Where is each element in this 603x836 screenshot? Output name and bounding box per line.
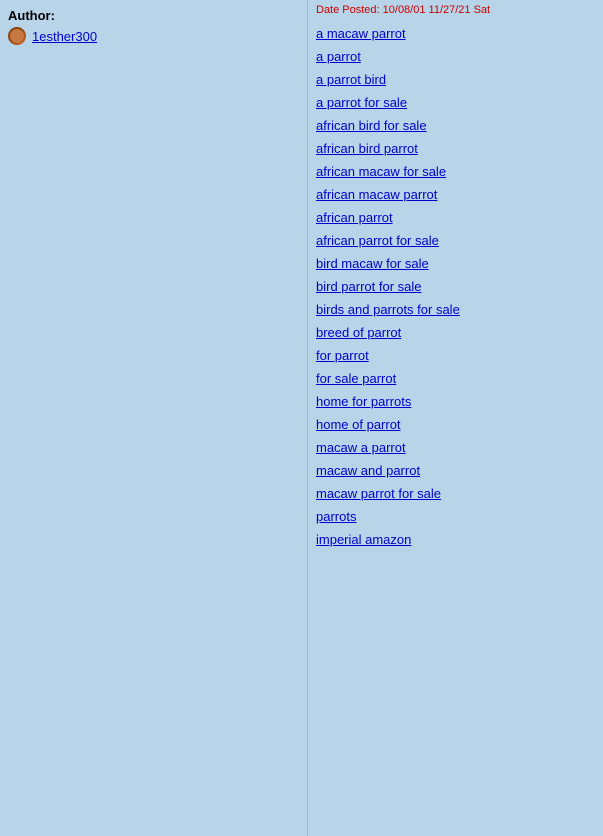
tag-link[interactable]: african macaw for sale: [316, 164, 446, 179]
sidebar: Author: 1esther300: [0, 0, 308, 836]
author-section: Author: 1esther300: [8, 8, 299, 45]
list-item: imperial amazon: [316, 528, 595, 551]
tag-link[interactable]: home of parrot: [316, 417, 401, 432]
tag-link[interactable]: a parrot bird: [316, 72, 386, 87]
tag-link[interactable]: for parrot: [316, 348, 369, 363]
author-link[interactable]: 1esther300: [32, 29, 97, 44]
tag-link[interactable]: african parrot for sale: [316, 233, 439, 248]
list-item: a macaw parrot: [316, 22, 595, 45]
links-list: a macaw parrot a parrot a parrot bird a par…: [316, 22, 595, 551]
tag-link[interactable]: parrots: [316, 509, 356, 524]
tag-link[interactable]: african bird for sale: [316, 118, 427, 133]
list-item: for sale parrot: [316, 367, 595, 390]
tag-link[interactable]: breed of parrot: [316, 325, 401, 340]
tag-link[interactable]: home for parrots: [316, 394, 411, 409]
tag-link[interactable]: a macaw parrot: [316, 26, 406, 41]
list-item: bird macaw for sale: [316, 252, 595, 275]
list-item: african parrot: [316, 206, 595, 229]
tag-link[interactable]: african parrot: [316, 210, 393, 225]
list-item: african macaw parrot: [316, 183, 595, 206]
list-item: macaw parrot for sale: [316, 482, 595, 505]
list-item: bird parrot for sale: [316, 275, 595, 298]
list-item: macaw and parrot: [316, 459, 595, 482]
tag-link[interactable]: macaw a parrot: [316, 440, 406, 455]
date-bar: Date Posted: 10/08/01 11/27/21 Sat: [316, 4, 595, 16]
tag-link[interactable]: macaw parrot for sale: [316, 486, 441, 501]
list-item: a parrot bird: [316, 68, 595, 91]
list-item: for parrot: [316, 344, 595, 367]
list-item: breed of parrot: [316, 321, 595, 344]
author-row: 1esther300: [8, 27, 299, 45]
list-item: african bird for sale: [316, 114, 595, 137]
list-item: a parrot for sale: [316, 91, 595, 114]
avatar: [8, 27, 26, 45]
list-item: a parrot: [316, 45, 595, 68]
tag-link[interactable]: for sale parrot: [316, 371, 396, 386]
list-item: macaw a parrot: [316, 436, 595, 459]
list-item: parrots: [316, 505, 595, 528]
tag-link[interactable]: bird macaw for sale: [316, 256, 429, 271]
list-item: birds and parrots for sale: [316, 298, 595, 321]
tag-link[interactable]: bird parrot for sale: [316, 279, 422, 294]
tag-link[interactable]: imperial amazon: [316, 532, 411, 547]
main-content: Date Posted: 10/08/01 11/27/21 Sat a mac…: [308, 0, 603, 836]
author-label: Author:: [8, 8, 299, 23]
tag-link[interactable]: african macaw parrot: [316, 187, 437, 202]
list-item: home for parrots: [316, 390, 595, 413]
avatar-face: [10, 29, 24, 43]
list-item: african macaw for sale: [316, 160, 595, 183]
tag-link[interactable]: macaw and parrot: [316, 463, 420, 478]
tag-link[interactable]: birds and parrots for sale: [316, 302, 460, 317]
list-item: home of parrot: [316, 413, 595, 436]
tag-link[interactable]: a parrot for sale: [316, 95, 407, 110]
list-item: african bird parrot: [316, 137, 595, 160]
list-item: african parrot for sale: [316, 229, 595, 252]
tag-link[interactable]: african bird parrot: [316, 141, 418, 156]
tag-link[interactable]: a parrot: [316, 49, 361, 64]
